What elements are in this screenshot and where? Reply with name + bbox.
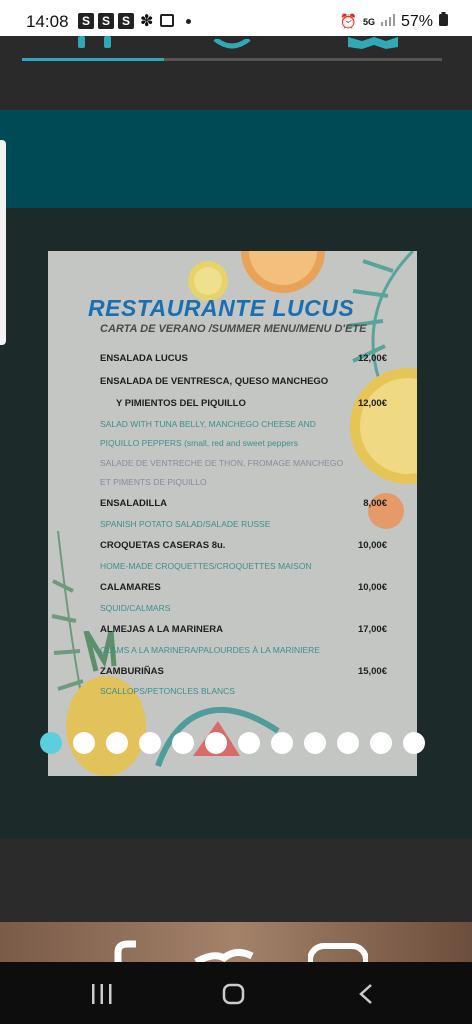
carousel-pagination [40,732,425,754]
menu-item-translation: CLAMS A LA MARINERA/PALOURDES À LA MARIN… [100,645,320,655]
lemon-half-icon [350,368,417,484]
menu-item: CALAMARES [100,582,161,593]
recent-apps-icon[interactable] [91,984,113,1009]
battery-percent: 57% [400,12,433,30]
signal-icon [380,13,395,31]
map-icon[interactable] [348,36,400,54]
menu-item: CROQUETAS CASERAS 8u. [100,540,226,551]
notification-s-icon: S [98,13,114,29]
edge-panel-handle[interactable] [0,140,6,345]
carousel-dot[interactable] [172,732,194,754]
orange-slice-icon [241,251,325,293]
menu-item: ALMEJAS A LA MARINERA [100,624,223,635]
menu-price: 8,00€ [363,498,387,509]
menu-price: 12,00€ [357,398,387,409]
carousel-dot[interactable] [139,732,161,754]
menu-item-translation: PIQUILLO PEPPERS (small, red and sweet p… [100,438,298,448]
menu-subtitle: CARTA DE VERANO /SUMMER MENU/MENU D'ETE [100,323,367,335]
content-gap [0,838,472,922]
carousel-dot[interactable] [271,732,293,754]
clock-icon[interactable] [212,36,252,54]
system-nav-bar [0,962,472,1024]
menu-item-translation: SQUID/CALMARS [100,603,171,613]
menu-item-translation: HOME-MADE CROQUETTES/CROQUETTES MAISON [100,561,312,571]
network-type: 5G [362,16,375,27]
menu-item: ENSALADILLA [100,498,168,509]
instagram-icon[interactable] [307,942,369,962]
menu-item-translation: SPANISH POTATO SALAD/SALADE RUSSE [100,519,271,529]
carousel-dot[interactable] [106,732,128,754]
menu-item-translation: SALAD WITH TUNA BELLY, MANCHEGO CHEESE A… [100,419,316,429]
carousel-dot[interactable] [304,732,326,754]
carousel-dot[interactable] [40,732,62,754]
carousel-dot[interactable] [73,732,95,754]
cutlery-icon[interactable] [76,36,116,55]
twitter-icon[interactable] [194,946,254,962]
carousel-dot[interactable] [337,732,359,754]
notification-s-icon: S [118,13,134,29]
back-icon[interactable] [358,983,374,1010]
flower-icon: ✽ [140,13,154,30]
nav-tab-indicator [22,58,164,61]
status-time: 14:08 [26,12,69,31]
menu-image[interactable]: RESTAURANTE LUCUS CARTA DE VERANO /SUMME… [48,251,417,776]
menu-title: RESTAURANTE LUCUS [88,295,355,321]
header-band [0,110,472,208]
carousel-dot[interactable] [205,732,227,754]
notification-s-icon: S [78,13,94,29]
dot-icon [186,19,191,24]
menu-item: ENSALADA LUCUS [100,353,188,364]
menu-price: 10,00€ [357,540,387,551]
gallery-icon [160,14,174,27]
menu-item: ZAMBURIÑAS [100,666,164,677]
menu-price: 17,00€ [357,624,387,635]
menu-price: 12,00€ [357,353,387,364]
menu-price: 15,00€ [357,666,387,677]
menu-price: 10,00€ [357,582,387,593]
home-icon[interactable] [222,983,246,1010]
carousel-dot[interactable] [403,732,425,754]
carousel-dot[interactable] [238,732,260,754]
facebook-icon[interactable] [108,940,138,962]
menu-item-translation: SALADE DE VENTRECHE DE THON, FROMAGE MAN… [100,458,344,468]
top-nav [0,36,472,110]
menu-item: Y PIMIENTOS DEL PIQUILLO [116,398,246,409]
social-footer [0,922,472,962]
alarm-icon: ⏰ [339,13,357,29]
status-right: ⏰ 5G 57% [340,12,448,31]
battery-icon [439,12,448,31]
carousel-dot[interactable] [370,732,392,754]
grapefruit-icon [368,493,404,529]
menu-item-translation: ET PIMENTS DE PIQUILLO [100,477,207,487]
menu-item: ENSALADA DE VENTRESCA, QUESO MANCHEGO [100,376,329,387]
menu-item-translation: SCALLOPS/PETONCLES BLANCS [100,686,235,696]
